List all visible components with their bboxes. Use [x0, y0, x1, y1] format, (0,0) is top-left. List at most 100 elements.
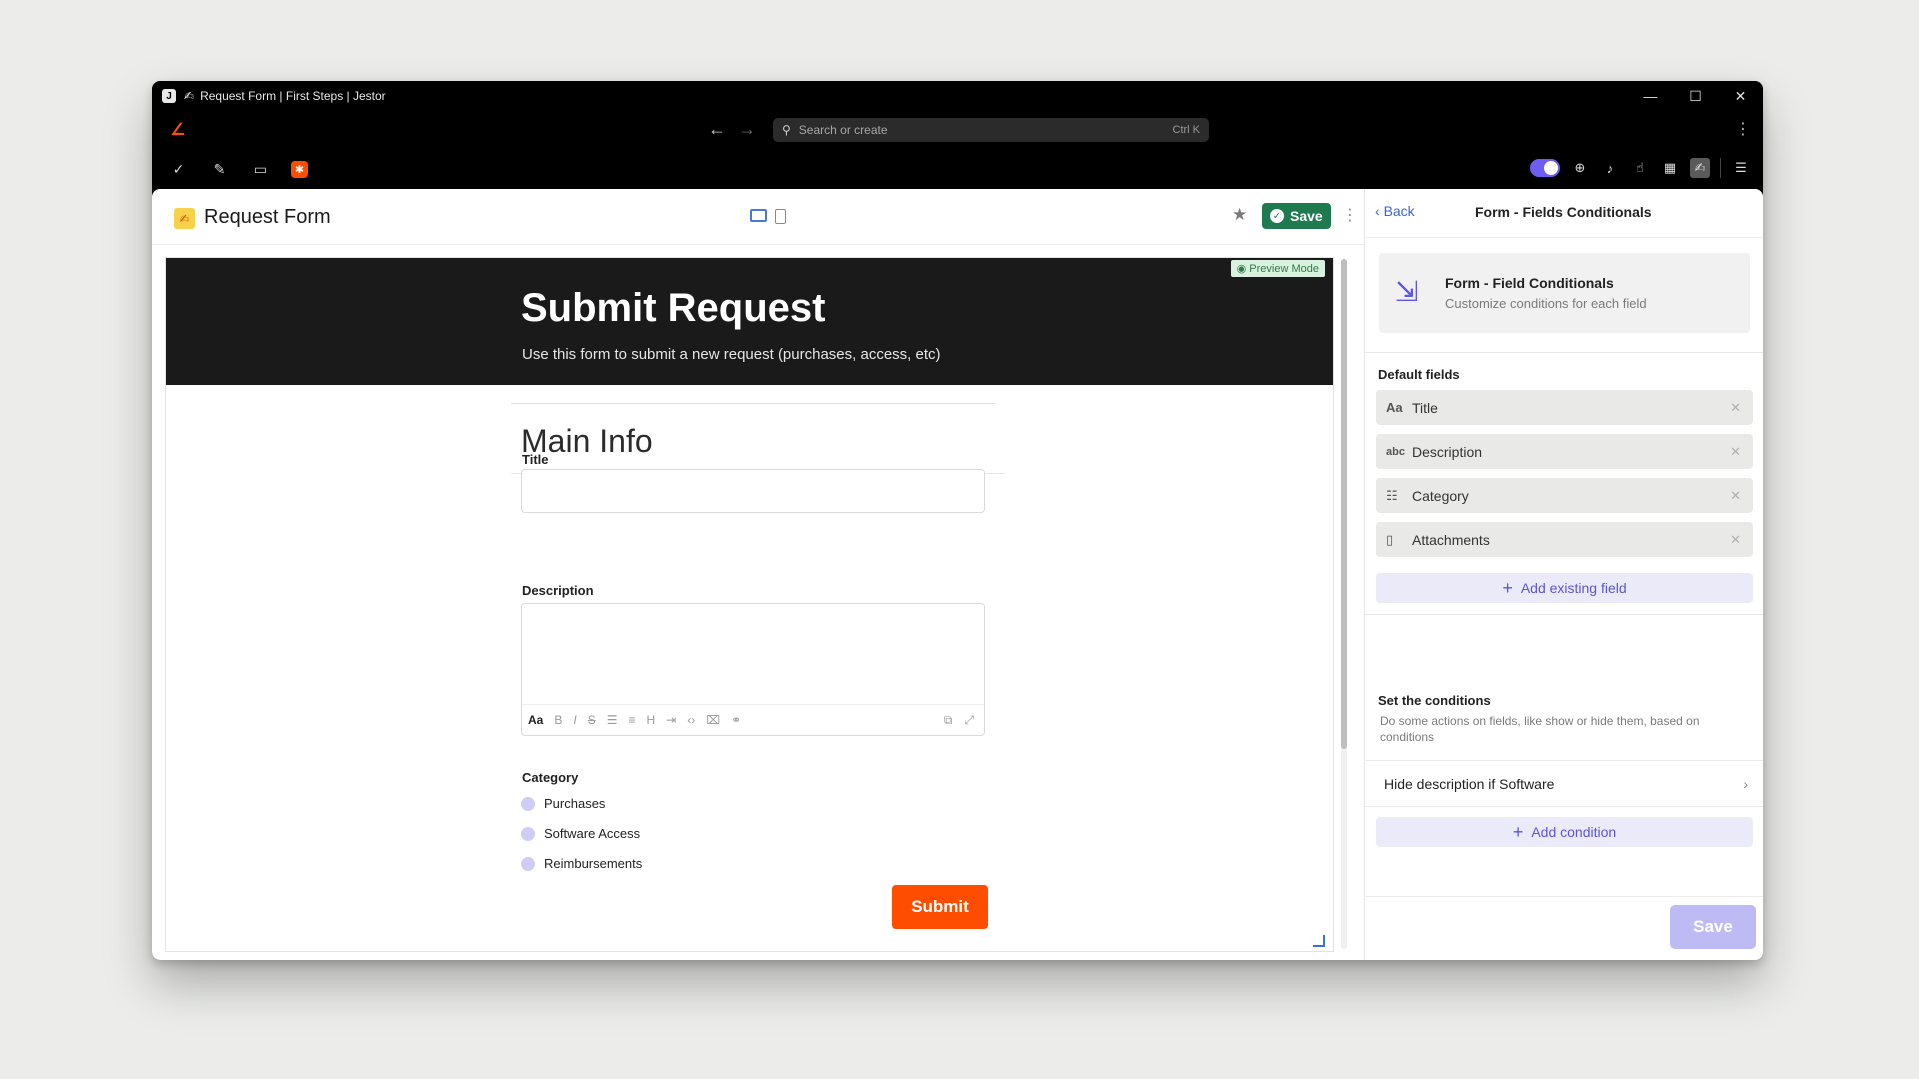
title-field-label: Title	[522, 452, 549, 467]
conditions-panel: ‹ Back Form - Fields Conditionals ⇲ Form…	[1364, 189, 1763, 960]
bullet-list-icon[interactable]: ☰	[607, 713, 618, 727]
file-type-icon: ▯	[1386, 531, 1394, 547]
add-condition-label: Add condition	[1531, 824, 1617, 840]
title-bar: J ✍ Request Form | First Steps | Jestor …	[152, 81, 1763, 111]
field-row-title[interactable]: Aa Title ✕	[1376, 390, 1753, 425]
panel-divider	[1365, 614, 1763, 615]
maximize-button[interactable]: ☐	[1673, 81, 1718, 111]
field-label: Description	[1412, 443, 1483, 460]
more-menu-icon[interactable]: ⋮	[1735, 119, 1751, 139]
chevron-right-icon: ›	[1743, 775, 1748, 792]
form-emoji-icon[interactable]: ✍	[1690, 158, 1710, 178]
remove-field-icon[interactable]: ✕	[1730, 444, 1741, 460]
panel-save-button[interactable]: Save	[1670, 905, 1756, 949]
search-shortcut: Ctrl K	[1172, 124, 1201, 136]
default-fields-heading: Default fields	[1378, 367, 1460, 382]
check-circle-icon: ✓	[1270, 209, 1284, 223]
conditions-heading: Set the conditions	[1378, 693, 1491, 708]
radio-dot[interactable]	[521, 826, 535, 841]
tasks-check-icon[interactable]: ✓	[168, 159, 189, 180]
field-row-description[interactable]: abc Description ✕	[1376, 434, 1753, 469]
remove-field-icon[interactable]: ✕	[1730, 488, 1741, 504]
minimize-button[interactable]: —	[1628, 81, 1673, 111]
category-option-label: Reimbursements	[544, 856, 643, 871]
info-card: ⇲ Form - Field Conditionals Customize co…	[1379, 253, 1750, 333]
save-label: Save	[1290, 208, 1323, 224]
text-style-button[interactable]: Aa	[528, 713, 543, 727]
jestor-logo-icon[interactable]: ∠	[170, 120, 185, 140]
category-option[interactable]: Purchases	[521, 796, 605, 811]
page-more-icon[interactable]: ⋮	[1342, 205, 1358, 225]
app-icon: J	[162, 89, 176, 103]
long-text-type-icon: abc	[1386, 445, 1405, 458]
desktop-icon[interactable]	[750, 209, 767, 222]
condition-label: Hide description if Software	[1384, 775, 1555, 792]
add-existing-field-button[interactable]: + Add existing field	[1376, 573, 1753, 603]
support-icon[interactable]: ⊕	[1570, 158, 1590, 178]
remove-field-icon[interactable]: ✕	[1730, 400, 1741, 416]
remove-field-icon[interactable]: ✕	[1730, 532, 1741, 548]
preview-scrollbar[interactable]	[1341, 259, 1347, 949]
field-label: Title	[1412, 399, 1438, 416]
description-field-label: Description	[522, 583, 594, 598]
mode-toggle[interactable]	[1530, 159, 1560, 177]
panel-title: Form - Fields Conditionals	[1475, 204, 1652, 220]
numbered-list-icon[interactable]: ≡	[628, 713, 635, 727]
bold-icon[interactable]: B	[554, 713, 562, 727]
hand-icon[interactable]: ☝	[1630, 158, 1650, 178]
search-placeholder: Search or create	[798, 123, 888, 137]
section-divider	[511, 403, 995, 404]
list-type-icon: ☷	[1386, 487, 1398, 503]
forward-arrow-icon[interactable]: →	[738, 119, 756, 140]
page-emoji-icon: ✍	[174, 208, 195, 229]
back-arrow-icon[interactable]: ←	[708, 119, 726, 140]
category-option[interactable]: Software Access	[521, 826, 640, 841]
radio-dot[interactable]	[521, 796, 535, 811]
expand-icon[interactable]: ⤢	[964, 713, 974, 728]
nav-arrows: ← →	[708, 119, 756, 140]
mobile-icon[interactable]	[775, 209, 786, 224]
strikethrough-icon[interactable]: S	[588, 713, 596, 727]
code-icon[interactable]: ‹›	[687, 713, 695, 727]
list-menu-icon[interactable]: ☰	[1731, 158, 1751, 178]
apps-icon[interactable]: ✱	[291, 160, 308, 178]
form-hero: Submit Request Use this form to submit a…	[166, 258, 1333, 385]
category-option[interactable]: Reimbursements	[521, 856, 642, 871]
radio-dot[interactable]	[521, 856, 535, 871]
condition-item[interactable]: Hide description if Software ›	[1365, 760, 1763, 807]
toolbar-right: ⊕ ♪ ☝ ▦ ✍ ☰	[1530, 158, 1751, 178]
notes-icon[interactable]: ✎	[209, 159, 230, 180]
link-icon[interactable]: ⚭	[731, 713, 741, 727]
form-subheading: Use this form to submit a new request (p…	[522, 346, 941, 363]
field-row-category[interactable]: ☷ Category ✕	[1376, 478, 1753, 513]
star-icon[interactable]: ★	[1232, 205, 1247, 225]
form-preview: Submit Request Use this form to submit a…	[165, 257, 1334, 952]
submit-button[interactable]: Submit	[892, 885, 988, 929]
page-header: ✍ Request Form ★ ✓ Save ⋮	[152, 189, 1364, 245]
panel-header: ‹ Back Form - Fields Conditionals	[1365, 189, 1763, 238]
guitar-icon[interactable]: ♪	[1600, 158, 1620, 178]
back-link[interactable]: ‹ Back	[1375, 203, 1415, 219]
add-condition-button[interactable]: + Add condition	[1376, 817, 1753, 847]
field-label: Category	[1412, 487, 1469, 504]
page-title: Request Form	[204, 206, 331, 228]
indent-icon[interactable]: ⇥	[666, 713, 676, 727]
title-input[interactable]	[521, 469, 985, 513]
code-block-icon[interactable]: ⌧	[706, 713, 720, 727]
scrollbar-thumb[interactable]	[1341, 259, 1347, 749]
copy-icon[interactable]: ⧉	[944, 713, 953, 728]
description-editor[interactable]: Aa B I S ☰ ≡ H ⇥ ‹› ⌧ ⚭ ⧉ ⤢	[521, 603, 985, 736]
resize-handle-icon[interactable]	[1313, 935, 1325, 947]
card-subtitle: Customize conditions for each field	[1445, 296, 1647, 311]
table-icon[interactable]: ▦	[1660, 158, 1680, 178]
preview-mode-badge: ◉ Preview Mode	[1230, 260, 1325, 277]
close-window-button[interactable]: ✕	[1718, 81, 1763, 111]
heading-icon[interactable]: H	[647, 713, 656, 727]
search-input[interactable]: ⚲ Search or create Ctrl K	[773, 118, 1209, 142]
chat-icon[interactable]: ▭	[250, 159, 271, 180]
field-row-attachments[interactable]: ▯ Attachments ✕	[1376, 522, 1753, 557]
save-button[interactable]: ✓ Save	[1262, 203, 1331, 229]
italic-icon[interactable]: I	[573, 713, 576, 727]
field-label: Attachments	[1412, 531, 1490, 548]
text-type-icon: Aa	[1386, 400, 1403, 415]
